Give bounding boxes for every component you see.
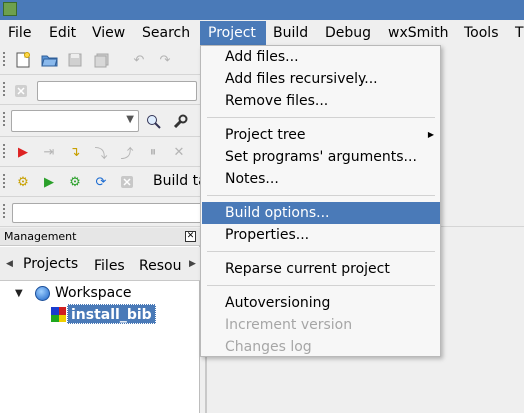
project-tree-item[interactable]: install_bib <box>67 304 156 324</box>
break-icon[interactable]: ⏸ <box>144 143 162 161</box>
tab-files[interactable]: Files <box>94 258 125 274</box>
menu-separator <box>207 285 435 286</box>
open-folder-icon[interactable] <box>40 51 58 69</box>
menu-project-tree-label: Project tree <box>225 127 306 143</box>
build-and-run-icon[interactable]: ⚙ <box>66 173 84 191</box>
menu-set-programs-arguments-label: Set programs' arguments... <box>225 149 417 165</box>
menu-build-options[interactable]: Build options... <box>202 202 440 224</box>
menu-view[interactable]: View <box>92 21 125 45</box>
menu-truncated[interactable]: T <box>515 21 524 45</box>
project-menu-dropdown: Add files... Add files recursively... Re… <box>200 45 441 357</box>
menu-autoversioning[interactable]: Autoversioning <box>202 292 440 314</box>
menu-add-files-recursively[interactable]: Add files recursively... <box>202 68 440 90</box>
tree-expand-icon[interactable]: ▼ <box>15 288 23 299</box>
tab-projects[interactable]: Projects <box>23 256 78 272</box>
menu-build[interactable]: Build <box>273 21 308 45</box>
menu-properties[interactable]: Properties... <box>202 224 440 246</box>
toolbar-debug: ▶ ⇥ ↴ ⤵ ⤴ ⏸ ✕ <box>0 139 200 167</box>
toolbar-grip[interactable] <box>2 203 6 219</box>
menu-file[interactable]: File <box>8 21 31 45</box>
menu-project-tree[interactable]: Project tree ▶ <box>202 124 440 146</box>
menu-increment-version: Increment version <box>202 314 440 336</box>
tab-scroll-left-icon[interactable]: ◀ <box>6 259 13 269</box>
step-into-icon[interactable]: ⤵ <box>92 143 110 162</box>
management-tabs: ◀ Projects Files Resou ▶ <box>0 247 200 281</box>
toolbar-grip[interactable] <box>2 81 6 97</box>
menu-notes[interactable]: Notes... <box>202 168 440 190</box>
code-search-field[interactable] <box>37 81 197 101</box>
build-target-label: Build ta <box>153 173 207 189</box>
build-gear-icon[interactable]: ⚙ <box>14 173 32 191</box>
stop-debug-icon[interactable]: ✕ <box>170 143 188 161</box>
tab-resources[interactable]: Resou <box>139 258 181 274</box>
window-title-bar <box>0 0 524 20</box>
menu-search[interactable]: Search <box>142 21 190 45</box>
menu-autoversioning-label: Autoversioning <box>225 295 331 311</box>
workspace-icon <box>35 286 50 301</box>
submenu-arrow-icon: ▶ <box>427 130 434 139</box>
toolbar-find: ▼ <box>0 107 200 137</box>
workspace-label[interactable]: Workspace <box>55 285 132 301</box>
next-line-icon[interactable]: ↴ <box>66 143 84 161</box>
tab-scroll-right-icon[interactable]: ▶ <box>189 259 196 269</box>
management-panel: Management ✕ ◀ Projects Files Resou ▶ ▼ … <box>0 228 200 413</box>
chevron-down-icon[interactable]: ▼ <box>126 114 134 125</box>
toolbar-grip[interactable] <box>2 173 6 189</box>
run-icon[interactable]: ▶ <box>40 173 58 191</box>
toolbar-grip[interactable] <box>2 111 6 127</box>
menu-bar: File Edit View Search Project Build Debu… <box>0 21 524 45</box>
toolbar-grip[interactable] <box>2 51 6 67</box>
menu-project[interactable]: Project <box>200 21 266 45</box>
step-out-icon[interactable]: ⤴ <box>118 143 136 162</box>
app-icon <box>3 2 17 16</box>
menu-separator <box>207 195 435 196</box>
menu-set-programs-arguments[interactable]: Set programs' arguments... <box>202 146 440 168</box>
clear-icon[interactable] <box>12 82 30 100</box>
menu-notes-label: Notes... <box>225 171 279 187</box>
rebuild-icon[interactable]: ⟳ <box>92 173 110 191</box>
menu-reparse-project[interactable]: Reparse current project <box>202 258 440 280</box>
save-icon[interactable] <box>66 51 84 69</box>
close-icon[interactable]: ✕ <box>185 231 196 242</box>
menu-add-files-label: Add files... <box>225 49 299 65</box>
redo-icon[interactable]: ↷ <box>156 51 174 69</box>
menu-remove-files-label: Remove files... <box>225 93 329 109</box>
save-all-icon[interactable] <box>92 51 110 69</box>
menu-reparse-project-label: Reparse current project <box>225 261 390 277</box>
wrench-icon[interactable] <box>171 113 189 131</box>
menu-separator <box>207 117 435 118</box>
menu-edit[interactable]: Edit <box>49 21 76 45</box>
find-combo[interactable]: ▼ <box>11 110 139 132</box>
toolbar-grip[interactable] <box>2 143 6 159</box>
toolbar-search <box>0 77 200 105</box>
debug-run-icon[interactable]: ▶ <box>14 143 32 161</box>
menu-add-files[interactable]: Add files... <box>202 46 440 68</box>
undo-icon[interactable]: ↶ <box>130 51 148 69</box>
menu-increment-version-label: Increment version <box>225 317 353 333</box>
abort-icon[interactable] <box>118 173 136 191</box>
new-file-icon[interactable] <box>14 51 32 69</box>
menu-separator <box>207 251 435 252</box>
menu-properties-label: Properties... <box>225 227 310 243</box>
menu-add-files-recursively-label: Add files recursively... <box>225 71 378 87</box>
menu-remove-files[interactable]: Remove files... <box>202 90 440 112</box>
menu-debug[interactable]: Debug <box>325 21 371 45</box>
zoom-find-icon[interactable] <box>145 113 163 131</box>
scope-combo[interactable] <box>12 203 202 223</box>
toolbar-main: ↶ ↷ <box>0 47 200 75</box>
toolbar-build: ⚙ ▶ ⚙ ⟳ Build ta <box>0 169 207 197</box>
menu-changes-log-label: Changes log <box>225 339 312 355</box>
menu-build-options-label: Build options... <box>225 205 330 221</box>
menu-tools[interactable]: Tools <box>464 21 499 45</box>
management-title: Management <box>4 230 77 243</box>
project-icon <box>51 307 66 322</box>
menu-changes-log: Changes log <box>202 336 440 358</box>
run-to-cursor-icon[interactable]: ⇥ <box>40 143 58 161</box>
management-header: Management ✕ <box>0 228 200 246</box>
menu-wxsmith[interactable]: wxSmith <box>388 21 449 45</box>
